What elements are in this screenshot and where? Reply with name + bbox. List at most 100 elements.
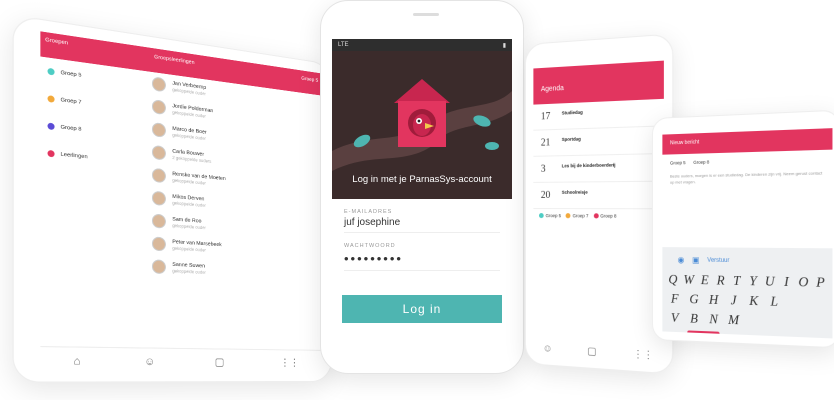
avatar bbox=[151, 99, 166, 116]
keyboard-key[interactable]: M bbox=[727, 311, 741, 328]
group-chip-label: Groep 5 bbox=[545, 213, 562, 219]
settings-icon[interactable]: ⋮⋮ bbox=[280, 357, 299, 368]
agenda-item-title: Schoolreisje bbox=[561, 189, 588, 195]
group-color-icon bbox=[47, 95, 55, 103]
keyboard-key[interactable]: P bbox=[815, 274, 826, 291]
students-header-left: Groepsleerlingen bbox=[154, 53, 195, 67]
avatar bbox=[151, 76, 166, 93]
avatar bbox=[151, 259, 166, 275]
agenda-item[interactable]: 21 Sportdag bbox=[533, 126, 664, 157]
battery-icon: ▮ bbox=[502, 42, 506, 49]
keyboard-key[interactable]: N bbox=[707, 311, 721, 328]
group-color-icon bbox=[538, 213, 544, 219]
student-parents: gekoppelde ouder bbox=[172, 222, 206, 231]
settings-icon[interactable]: ⋮⋮ bbox=[633, 349, 654, 362]
message-screen: Nieuw bericht Groep 5 Groep 8 Beste ouder… bbox=[662, 128, 833, 339]
keyboard-key[interactable]: K bbox=[747, 292, 761, 309]
group-color-icon bbox=[593, 213, 599, 219]
keyboard-row: QWERTYUIOP bbox=[668, 271, 826, 291]
group-color-icon bbox=[47, 122, 55, 131]
keyboard: ◉ ▣ Verstuur QWERTYUIOPFGHJKLVBNM ◍ Cont… bbox=[662, 247, 833, 339]
agenda-group-chips: Groep 5 Groep 7 Groep 8 bbox=[533, 209, 664, 223]
students-header-right[interactable]: Groep 5 bbox=[301, 75, 318, 90]
agenda-title: Agenda bbox=[533, 60, 664, 105]
home-icon[interactable]: ⌂ bbox=[74, 355, 81, 367]
login-hero: Log in met je ParnasSys-account bbox=[332, 51, 512, 199]
chat-icon[interactable]: ▢ bbox=[587, 346, 596, 358]
group-chip[interactable]: Groep 7 bbox=[565, 213, 589, 219]
message-header-left: Nieuw bericht bbox=[669, 139, 700, 147]
keyboard-key[interactable]: V bbox=[668, 310, 681, 327]
agenda-screen: Agenda 17 Studiedag 21 Sportdag 3 Les bij de … bbox=[533, 60, 664, 327]
keyboard-key[interactable]: H bbox=[707, 291, 721, 308]
message-tablet: Nieuw bericht Groep 5 Groep 8 Beste ouder… bbox=[652, 109, 834, 349]
agenda-date: 21 bbox=[540, 137, 551, 149]
carrier-label: LTE bbox=[338, 42, 349, 48]
phone-device: LTE ▮ Log in met je ParnasSys-account E-… bbox=[320, 0, 524, 374]
agenda-item-title: Les bij de kinderboerderij bbox=[561, 162, 616, 169]
avatar bbox=[151, 236, 166, 252]
group-label: Groep 8 bbox=[60, 123, 82, 134]
tablet-screen: Groepen Groep 5 Groep 7 Groep 8 Leerlingen … bbox=[40, 31, 326, 375]
avatar bbox=[151, 167, 166, 184]
contact-button[interactable]: Contact bbox=[687, 330, 720, 339]
agenda-date: 3 bbox=[540, 163, 546, 175]
group-chip[interactable]: Groep 5 bbox=[538, 213, 562, 219]
people-icon[interactable]: ☺ bbox=[144, 356, 155, 368]
groups-sidebar: Groepen Groep 5 Groep 7 Groep 8 Leerlingen bbox=[40, 31, 147, 375]
tablet-device: Groepen Groep 5 Groep 7 Groep 8 Leerlingen … bbox=[12, 14, 333, 383]
message-body[interactable]: Beste ouders, morgen is er een studiedag… bbox=[662, 168, 832, 189]
agenda-date: 17 bbox=[540, 110, 551, 123]
password-field[interactable]: ••••••••• bbox=[344, 251, 500, 271]
email-label: E-MAILADRES bbox=[344, 209, 393, 215]
student-parents: gekoppelde ouder bbox=[172, 267, 206, 275]
agenda-item-title: Studiedag bbox=[561, 109, 583, 116]
agenda-item[interactable]: 3 Les bij de kinderboerderij bbox=[533, 154, 664, 183]
keyboard-key[interactable]: J bbox=[727, 292, 741, 309]
avatar bbox=[151, 144, 166, 161]
people-icon[interactable]: ☺ bbox=[543, 343, 553, 355]
recipient-group[interactable]: Groep 5 bbox=[670, 160, 686, 165]
recipient-group[interactable]: Groep 8 bbox=[693, 159, 709, 165]
phone-speaker bbox=[413, 13, 439, 16]
keyboard-key[interactable]: U bbox=[764, 273, 775, 290]
group-label: Groep 7 bbox=[60, 96, 82, 107]
agenda-date: 20 bbox=[540, 189, 551, 201]
tablet-tab-bar: ⌂ ☺ ▢ ⋮⋮ bbox=[40, 345, 326, 375]
keyboard-row: FGHJKL bbox=[668, 290, 826, 311]
avatar bbox=[151, 122, 166, 138]
keyboard-key[interactable]: R bbox=[716, 272, 726, 289]
keyboard-key[interactable]: Q bbox=[668, 271, 678, 287]
agenda-item[interactable]: 20 Schoolreisje bbox=[533, 181, 664, 210]
camera-icon[interactable]: ◉ bbox=[678, 255, 685, 264]
chat-icon[interactable]: ▢ bbox=[215, 356, 225, 368]
attach-icon[interactable]: ▣ bbox=[692, 255, 699, 264]
keyboard-key[interactable]: L bbox=[767, 293, 781, 310]
keyboard-key[interactable]: O bbox=[798, 273, 809, 290]
keyboard-key[interactable]: T bbox=[732, 272, 742, 289]
globe-icon[interactable]: ◍ bbox=[668, 330, 681, 339]
status-bar: LTE ▮ bbox=[332, 39, 512, 51]
avatar bbox=[151, 190, 166, 206]
login-screen: LTE ▮ Log in met je ParnasSys-account E-… bbox=[332, 39, 512, 345]
keyboard-key[interactable]: W bbox=[684, 272, 694, 288]
group-chip-label: Groep 7 bbox=[572, 213, 589, 219]
login-button[interactable]: Log in bbox=[342, 295, 502, 323]
group-color-icon bbox=[565, 213, 571, 219]
group-chip[interactable]: Groep 8 bbox=[593, 213, 617, 219]
keyboard-key[interactable]: E bbox=[700, 272, 710, 289]
keyboard-key[interactable]: F bbox=[668, 290, 681, 307]
email-field[interactable]: juf josephine bbox=[344, 217, 500, 233]
send-button[interactable]: Verstuur bbox=[707, 257, 729, 263]
keyboard-key[interactable]: B bbox=[687, 310, 701, 327]
agenda-tab-bar: ☺ ▢ ⋮⋮ bbox=[526, 342, 672, 363]
keyboard-key[interactable]: I bbox=[781, 273, 792, 290]
group-label: Leerlingen bbox=[60, 151, 88, 161]
keyboard-key[interactable]: Y bbox=[748, 273, 758, 290]
keyboard-key[interactable]: G bbox=[687, 291, 701, 308]
agenda-item-title: Sportdag bbox=[561, 136, 581, 142]
students-list: Groepsleerlingen Groep 5 Jan Verbeemp gek… bbox=[145, 47, 326, 375]
agenda-item[interactable]: 17 Studiedag bbox=[533, 98, 664, 131]
login-title: Log in met je ParnasSys-account bbox=[352, 174, 492, 185]
group-color-icon bbox=[47, 67, 55, 76]
